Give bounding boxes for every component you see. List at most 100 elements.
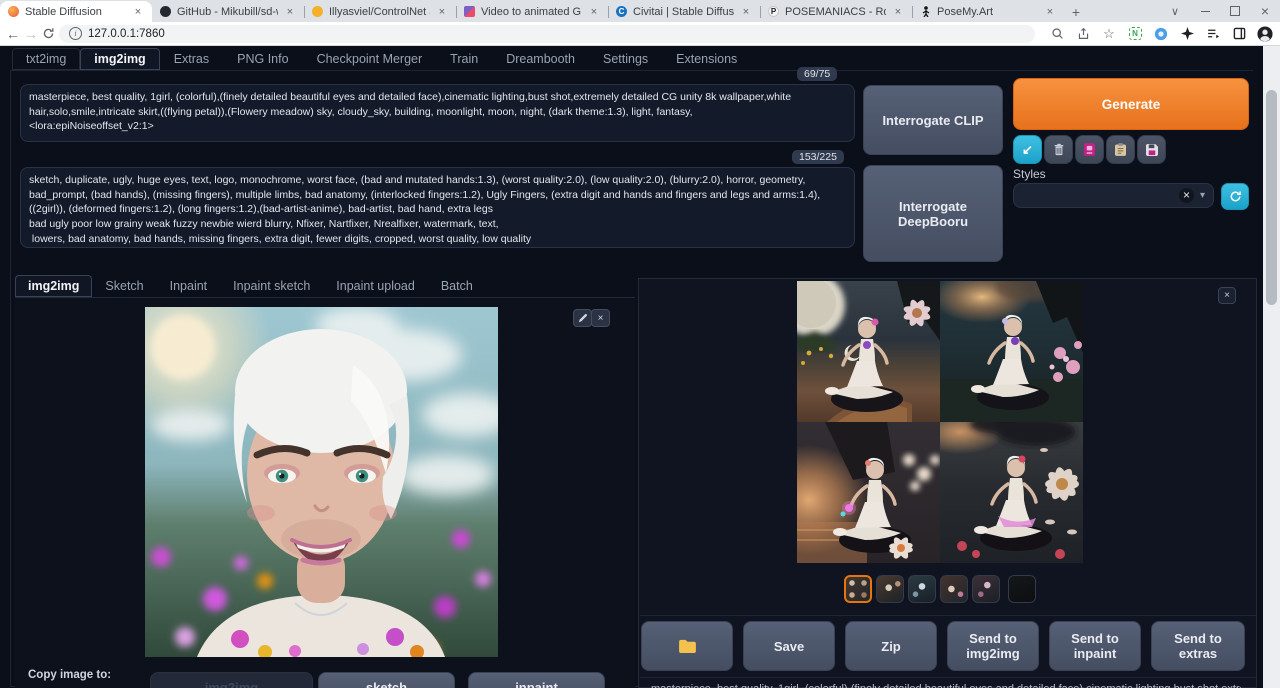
tab-png-info[interactable]: PNG Info bbox=[223, 48, 302, 70]
blue-extension-icon[interactable] bbox=[1153, 26, 1169, 42]
tab-close-icon[interactable]: × bbox=[740, 6, 752, 18]
zoom-icon[interactable] bbox=[1049, 26, 1065, 42]
profile-avatar[interactable] bbox=[1257, 26, 1273, 42]
down-left-arrow-icon: ↙ bbox=[1022, 142, 1033, 158]
bookmark-star-icon[interactable]: ☆ bbox=[1101, 26, 1117, 42]
tab-search-icon[interactable]: ∨ bbox=[1160, 0, 1190, 22]
result-image-grid[interactable] bbox=[797, 281, 1083, 563]
styles-dropdown[interactable]: × ▾ bbox=[1013, 183, 1214, 208]
page-scrollbar[interactable] bbox=[1263, 46, 1280, 688]
subtab-inpaint-sketch[interactable]: Inpaint sketch bbox=[220, 275, 323, 297]
tab-train[interactable]: Train bbox=[436, 48, 492, 70]
interrogate-clip-button[interactable]: Interrogate CLIP bbox=[863, 85, 1003, 155]
gallery-close-button[interactable]: × bbox=[1218, 287, 1236, 304]
share-icon[interactable] bbox=[1075, 26, 1091, 42]
gallery-thumbnail-3[interactable] bbox=[908, 575, 936, 603]
window-close-button[interactable]: × bbox=[1250, 0, 1280, 22]
tab-close-icon[interactable]: × bbox=[588, 6, 600, 18]
result-image-4[interactable] bbox=[940, 422, 1083, 563]
page-scrollbar-thumb[interactable] bbox=[1266, 90, 1277, 305]
paste-generation-params-button[interactable]: ↙ bbox=[1013, 135, 1042, 164]
divider bbox=[640, 677, 1256, 678]
generate-button[interactable]: Generate bbox=[1013, 78, 1249, 130]
window-controls: ∨ × bbox=[1160, 0, 1280, 22]
tab-extensions[interactable]: Extensions bbox=[662, 48, 751, 70]
send-to-extras-button[interactable]: Send to extras bbox=[1151, 621, 1245, 671]
copy-image-to-label: Copy image to: bbox=[28, 669, 111, 681]
browser-tab-posemyart[interactable]: PoseMy.Art × bbox=[912, 1, 1064, 22]
tab-dreambooth[interactable]: Dreambooth bbox=[492, 48, 589, 70]
tab-img2img[interactable]: img2img bbox=[80, 48, 159, 70]
tab-settings[interactable]: Settings bbox=[589, 48, 662, 70]
tab-close-icon[interactable]: × bbox=[284, 6, 296, 18]
browser-tab-controlnet[interactable]: Illyasviel/ControlNet at main × bbox=[304, 1, 456, 22]
window-maximize-button[interactable] bbox=[1220, 0, 1250, 22]
styles-clear-icon[interactable]: × bbox=[1179, 188, 1194, 203]
save-button[interactable]: Save bbox=[743, 621, 835, 671]
zip-button[interactable]: Zip bbox=[845, 621, 937, 671]
extra-networks-card-icon bbox=[1084, 143, 1095, 156]
save-style-button[interactable] bbox=[1137, 135, 1166, 164]
tab-close-icon[interactable]: × bbox=[132, 6, 144, 18]
posemyart-favicon bbox=[920, 6, 931, 17]
send-to-img2img-button[interactable]: Send to img2img bbox=[947, 621, 1039, 671]
negative-prompt-input[interactable]: sketch, duplicate, ugly, huge eyes, text… bbox=[20, 167, 855, 248]
browser-tab-stable-diffusion[interactable]: Stable Diffusion × bbox=[0, 1, 152, 22]
tab-title: PoseMy.Art bbox=[937, 6, 1038, 18]
window-minimize-button[interactable] bbox=[1190, 0, 1220, 22]
extra-networks-button[interactable] bbox=[1075, 135, 1104, 164]
subtab-batch[interactable]: Batch bbox=[428, 275, 486, 297]
browser-tab-gif-converter[interactable]: Video to animated GIF converter × bbox=[456, 1, 608, 22]
subtab-sketch[interactable]: Sketch bbox=[92, 275, 156, 297]
browser-tab-github[interactable]: GitHub - Mikubill/sd-webui-con × bbox=[152, 1, 304, 22]
gallery-thumbnail-strip bbox=[844, 573, 1036, 605]
address-bar[interactable]: i 127.0.0.1:7860 bbox=[59, 25, 1035, 43]
subtab-inpaint[interactable]: Inpaint bbox=[157, 275, 221, 297]
tab-extras[interactable]: Extras bbox=[160, 48, 223, 70]
prompt-input[interactable]: masterpiece, best quality, 1girl, (color… bbox=[20, 84, 855, 142]
source-image[interactable] bbox=[145, 307, 498, 657]
tab-separator bbox=[760, 6, 761, 18]
gallery-thumbnail-4[interactable] bbox=[940, 575, 968, 603]
result-image-1[interactable] bbox=[797, 281, 940, 422]
copy-to-inpaint-button[interactable]: inpaint bbox=[468, 672, 605, 688]
copy-to-img2img-button[interactable]: img2img bbox=[150, 672, 313, 688]
clear-prompt-button[interactable] bbox=[1044, 135, 1073, 164]
notion-extension-icon[interactable]: N bbox=[1127, 26, 1143, 42]
source-image-area[interactable]: × bbox=[15, 298, 635, 688]
apply-style-button[interactable] bbox=[1106, 135, 1135, 164]
send-to-inpaint-button[interactable]: Send to inpaint bbox=[1049, 621, 1141, 671]
gallery-thumbnail-2[interactable] bbox=[876, 575, 904, 603]
extensions-pinwheel-icon[interactable] bbox=[1179, 26, 1195, 42]
site-info-icon[interactable]: i bbox=[69, 27, 82, 40]
result-image-3[interactable] bbox=[797, 422, 940, 563]
styles-refresh-button[interactable] bbox=[1221, 183, 1249, 210]
tab-txt2img[interactable]: txt2img bbox=[12, 48, 80, 70]
tab-close-icon[interactable]: × bbox=[436, 6, 448, 18]
tab-title: POSEMANIACS - Royalty free 3 bbox=[785, 6, 886, 18]
interrogate-deepbooru-button[interactable]: Interrogate DeepBooru bbox=[863, 165, 1003, 262]
tab-checkpoint-merger[interactable]: Checkpoint Merger bbox=[303, 48, 437, 70]
copy-to-sketch-button[interactable]: sketch bbox=[318, 672, 455, 688]
side-panel-icon[interactable] bbox=[1231, 26, 1247, 42]
forward-button[interactable]: → bbox=[24, 24, 38, 44]
subtab-inpaint-upload[interactable]: Inpaint upload bbox=[323, 275, 428, 297]
tab-close-icon[interactable]: × bbox=[1044, 6, 1056, 18]
browser-tab-strip: Stable Diffusion × GitHub - Mikubill/sd-… bbox=[0, 0, 1280, 22]
reading-list-icon[interactable] bbox=[1205, 26, 1221, 42]
tab-separator bbox=[608, 6, 609, 18]
remove-image-button[interactable]: × bbox=[591, 309, 610, 327]
edit-image-button[interactable] bbox=[573, 309, 592, 327]
result-image-2[interactable] bbox=[940, 281, 1083, 422]
back-button[interactable]: ← bbox=[6, 24, 20, 44]
subtab-img2img[interactable]: img2img bbox=[15, 275, 92, 297]
gallery-thumbnail-5[interactable] bbox=[972, 575, 1000, 603]
browser-tab-civitai[interactable]: C Civitai | Stable Diffusion models × bbox=[608, 1, 760, 22]
gallery-thumbnail-1-selected[interactable] bbox=[844, 575, 872, 603]
browser-tab-posemaniacs[interactable]: P POSEMANIACS - Royalty free 3 × bbox=[760, 1, 912, 22]
tab-close-icon[interactable]: × bbox=[892, 6, 904, 18]
open-folder-button[interactable] bbox=[641, 621, 733, 671]
reload-button[interactable] bbox=[42, 24, 55, 44]
gallery-thumbnail-6[interactable] bbox=[1008, 575, 1036, 603]
new-tab-button[interactable]: + bbox=[1064, 1, 1088, 22]
